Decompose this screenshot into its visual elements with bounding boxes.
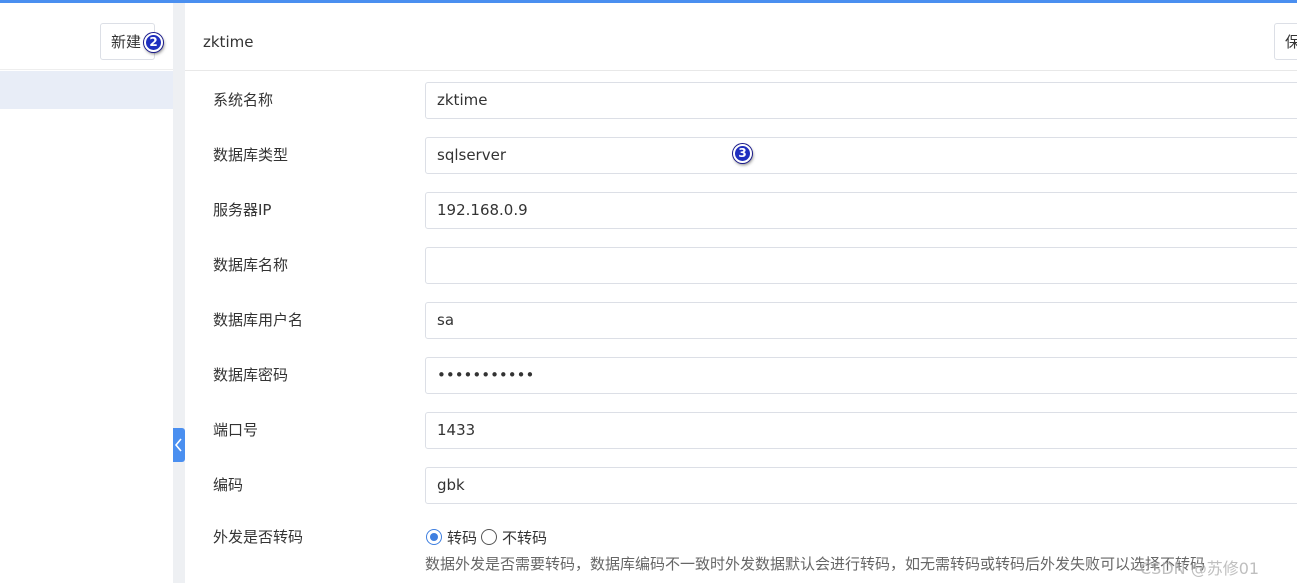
list-item-selected[interactable] (0, 71, 173, 109)
detail-panel: zktime 保 系统名称 zktime 数据库类型 sqlserver 服务器… (185, 3, 1297, 583)
record-title: zktime (203, 33, 254, 51)
db-name-input[interactable] (425, 247, 1297, 284)
radio-transcode[interactable]: 转码 (426, 527, 477, 548)
chevron-left-icon (174, 438, 182, 452)
form-row-transcode: 外发是否转码 转码 不转码 数据外发是否需要转码，数据库编码不一致时外发数据默认… (185, 525, 1297, 583)
field-label: 数据库类型 (213, 146, 289, 164)
port-input[interactable]: 1433 (425, 412, 1297, 449)
radio-no-transcode[interactable]: 不转码 (481, 527, 547, 548)
radio-unchecked-icon[interactable] (481, 529, 498, 545)
db-password-input[interactable]: ••••••••••• (425, 357, 1297, 394)
radio-checked-icon[interactable] (426, 529, 442, 545)
field-label: 编码 (213, 476, 244, 494)
field-label: 数据库密码 (213, 366, 289, 384)
encoding-input[interactable]: gbk (425, 467, 1297, 504)
panel-splitter[interactable] (173, 3, 185, 583)
field-label: 数据库用户名 (213, 311, 304, 329)
system-name-input[interactable]: zktime (425, 82, 1297, 119)
field-label: 数据库名称 (213, 256, 289, 274)
radio-label: 转码 (447, 528, 478, 547)
transcode-hint: 数据外发是否需要转码，数据库编码不一致时外发数据默认会进行转码，如无需转码或转码… (425, 555, 1206, 573)
field-label: 端口号 (213, 421, 259, 439)
annotation-marker-3: 3 (733, 144, 752, 163)
save-button[interactable]: 保 (1274, 23, 1297, 60)
field-label: 外发是否转码 (213, 528, 304, 546)
form-row-server-ip: 服务器IP 192.168.0.9 (185, 192, 1297, 247)
form-row-port: 端口号 1433 (185, 412, 1297, 467)
radio-label: 不转码 (502, 528, 548, 547)
form-row-db-username: 数据库用户名 sa (185, 302, 1297, 357)
form-row-system-name: 系统名称 zktime (185, 82, 1297, 137)
collapse-panel-button[interactable] (173, 428, 185, 462)
form-row-encoding: 编码 gbk (185, 467, 1297, 522)
left-panel: 新建 (0, 3, 173, 583)
db-username-input[interactable]: sa (425, 302, 1297, 339)
form-row-db-password: 数据库密码 ••••••••••• (185, 357, 1297, 412)
field-label: 服务器IP (213, 201, 272, 219)
field-label: 系统名称 (213, 91, 274, 109)
watermark: CSDN @苏修01 (1140, 559, 1260, 578)
db-type-input[interactable]: sqlserver (425, 137, 1297, 174)
form-row-db-name: 数据库名称 (185, 247, 1297, 302)
transcode-radio-group: 转码 不转码 (426, 525, 551, 549)
detail-header: zktime 保 (185, 3, 1297, 71)
server-ip-input[interactable]: 192.168.0.9 (425, 192, 1297, 229)
annotation-marker-2: 2 (144, 33, 163, 52)
